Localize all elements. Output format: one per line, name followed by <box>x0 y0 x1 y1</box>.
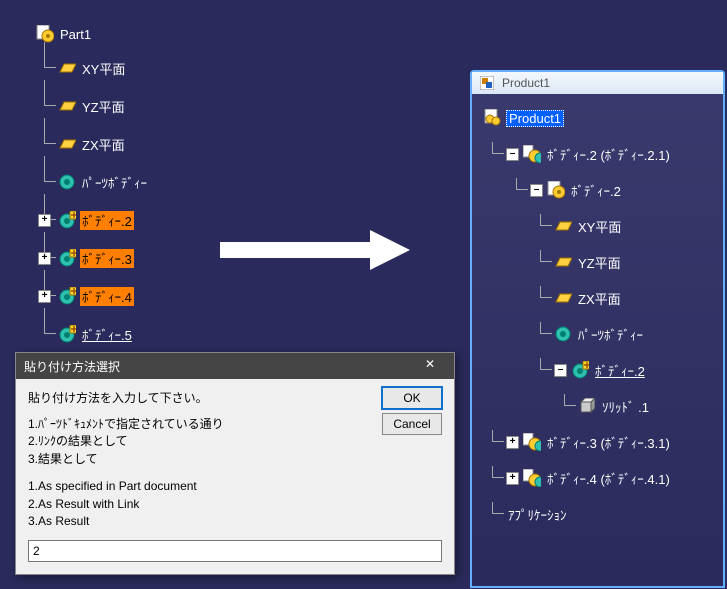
product-sub-icon <box>523 469 541 487</box>
dialog-options-ja: 1.ﾊﾟｰﾂﾄﾞｷｭﾒﾝﾄで指定されている通り2.ﾘﾝｸの結果として3.結果とし… <box>28 416 442 468</box>
dialog-option: 1.ﾊﾟｰﾂﾄﾞｷｭﾒﾝﾄで指定されている通り <box>28 416 442 433</box>
tree-item[interactable]: YZ平面 <box>484 250 727 274</box>
tree-item-label: ﾎﾞﾃﾞｨｰ.2 (ﾎﾞﾃﾞｨｰ.2.1) <box>545 145 672 164</box>
dialog-titlebar: 貼り付け方法選択 ✕ <box>16 353 454 379</box>
tree-item-label: ﾎﾞﾃﾞｨｰ.4 (ﾎﾞﾃﾞｨｰ.4.1) <box>545 469 672 488</box>
tree-item[interactable]: XY平面 <box>36 56 149 80</box>
body-plus-icon <box>571 361 589 379</box>
dialog-option: 3.結果として <box>28 451 442 468</box>
tree-item-label: ｿﾘｯﾄﾞ .1 <box>600 397 651 416</box>
dialog-options-en: 1.As specified in Part document2.As Resu… <box>28 478 442 530</box>
expand-plus-icon[interactable]: + <box>506 472 519 485</box>
tree-item-label: YZ平面 <box>576 253 623 272</box>
tree-item[interactable]: + ﾎﾞﾃﾞｨｰ.3 (ﾎﾞﾃﾞｨｰ.3.1) <box>484 430 727 454</box>
body-plus-icon <box>58 287 76 305</box>
app-icon <box>478 74 496 92</box>
window-title-text: Product1 <box>502 76 550 90</box>
tree-item-label: ﾎﾞﾃﾞｨｰ.2 <box>80 211 134 230</box>
tree-item-label: ZX平面 <box>80 135 127 154</box>
tree-item[interactable]: + ﾎﾞﾃﾞｨｰ.3 <box>36 246 149 270</box>
product-sub-icon <box>523 145 541 163</box>
expand-plus-icon[interactable]: + <box>38 214 51 227</box>
tree-item[interactable]: ﾊﾟｰﾂﾎﾞﾃﾞｨｰ <box>36 170 149 194</box>
tree-item[interactable]: ｱﾌﾟﾘｹｰｼｮﾝ <box>484 502 727 526</box>
plane-icon <box>58 97 76 115</box>
tree-item-label: XY平面 <box>80 59 127 78</box>
dialog-option: 2.As Result with Link <box>28 496 442 513</box>
expand-minus-icon[interactable]: – <box>554 364 567 377</box>
part-icon <box>36 25 54 43</box>
plane-icon <box>554 217 572 235</box>
plane-icon <box>58 59 76 77</box>
part-gear-icon <box>547 181 565 199</box>
tree-item-label: ﾎﾞﾃﾞｨｰ.5 <box>80 325 134 344</box>
tree-item-label: ﾊﾟｰﾂﾎﾞﾃﾞｨｰ <box>80 173 149 192</box>
tree-item-label: ﾎﾞﾃﾞｨｰ.2 <box>593 361 647 380</box>
body-plus-icon <box>58 249 76 267</box>
expand-minus-icon[interactable]: – <box>530 184 543 197</box>
tree-item[interactable]: ZX平面 <box>484 286 727 310</box>
arrow-graphic <box>220 230 420 270</box>
product-tree: Product1 – ﾎﾞﾃﾞｨｰ.2 (ﾎﾞﾃﾞｨｰ.2.1) – ﾎﾞﾃﾞｨｰ.2… <box>484 106 727 526</box>
plane-icon <box>58 135 76 153</box>
tree-item[interactable]: ｿﾘｯﾄﾞ .1 <box>484 394 727 418</box>
tree-root[interactable]: Part1 <box>36 22 149 46</box>
body-icon <box>554 325 572 343</box>
expand-plus-icon[interactable]: + <box>38 252 51 265</box>
tree-root-label: Product1 <box>506 110 564 127</box>
tree-root[interactable]: Product1 <box>484 106 727 130</box>
tree-item[interactable]: – ﾎﾞﾃﾞｨｰ.2 (ﾎﾞﾃﾞｨｰ.2.1) <box>484 142 727 166</box>
tree-item[interactable]: XY平面 <box>484 214 727 238</box>
part-tree: Part1 XY平面 YZ平面 ZX平面 ﾊﾟｰﾂﾎﾞﾃﾞｨｰ + ﾎﾞﾃﾞｨｰ.2 + ﾎﾞ… <box>36 22 149 346</box>
tree-item[interactable]: ﾊﾟｰﾂﾎﾞﾃﾞｨｰ <box>484 322 727 346</box>
tree-item-label: ﾎﾞﾃﾞｨｰ.2 <box>569 181 623 200</box>
tree-item[interactable]: + ﾎﾞﾃﾞｨｰ.2 <box>36 208 149 232</box>
tree-item[interactable]: YZ平面 <box>36 94 149 118</box>
body-plus-icon <box>58 211 76 229</box>
close-icon[interactable]: ✕ <box>414 357 446 375</box>
dialog-option: 1.As specified in Part document <box>28 478 442 495</box>
tree-item[interactable]: – ﾎﾞﾃﾞｨｰ.2 <box>484 358 727 382</box>
product-window: Product1 Product1 – ﾎﾞﾃﾞｨｰ.2 (ﾎﾞﾃﾞｨｰ.2.1)… <box>470 70 725 588</box>
tree-item-label: ｱﾌﾟﾘｹｰｼｮﾝ <box>506 505 569 524</box>
tree-item[interactable]: – ﾎﾞﾃﾞｨｰ.2 <box>484 178 727 202</box>
body-plus-icon <box>58 325 76 343</box>
paste-dialog: 貼り付け方法選択 ✕ 貼り付け方法を入力して下さい。 OK Cancel 1.ﾊ… <box>15 352 455 575</box>
tree-item-label: ﾎﾞﾃﾞｨｰ.3 (ﾎﾞﾃﾞｨｰ.3.1) <box>545 433 672 452</box>
paste-method-input[interactable] <box>28 540 442 562</box>
cancel-button[interactable]: Cancel <box>382 413 442 435</box>
window-titlebar: Product1 <box>472 72 723 94</box>
expand-plus-icon[interactable]: + <box>38 290 51 303</box>
tree-item-label: XY平面 <box>576 217 623 236</box>
body-icon <box>58 173 76 191</box>
product-sub-icon <box>523 433 541 451</box>
tree-root-label: Part1 <box>58 27 93 42</box>
tree-item[interactable]: ZX平面 <box>36 132 149 156</box>
dialog-title-text: 貼り付け方法選択 <box>24 358 120 375</box>
tree-item-label: ﾎﾞﾃﾞｨｰ.3 <box>80 249 134 268</box>
dialog-prompt: 貼り付け方法を入力して下さい。 <box>28 389 442 406</box>
tree-item-label: YZ平面 <box>80 97 127 116</box>
product-icon <box>484 109 502 127</box>
tree-item[interactable]: + ﾎﾞﾃﾞｨｰ.4 (ﾎﾞﾃﾞｨｰ.4.1) <box>484 466 727 490</box>
expand-minus-icon[interactable]: – <box>506 148 519 161</box>
tree-item[interactable]: ﾎﾞﾃﾞｨｰ.5 <box>36 322 149 346</box>
plane-icon <box>554 289 572 307</box>
dialog-option: 2.ﾘﾝｸの結果として <box>28 433 442 450</box>
expand-plus-icon[interactable]: + <box>506 436 519 449</box>
tree-item-label: ZX平面 <box>576 289 623 308</box>
dialog-option: 3.As Result <box>28 513 442 530</box>
tree-item-label: ﾊﾟｰﾂﾎﾞﾃﾞｨｰ <box>576 325 645 344</box>
ok-button[interactable]: OK <box>382 387 442 409</box>
tree-item-label: ﾎﾞﾃﾞｨｰ.4 <box>80 287 134 306</box>
solid-icon <box>578 397 596 415</box>
tree-item[interactable]: + ﾎﾞﾃﾞｨｰ.4 <box>36 284 149 308</box>
plane-icon <box>554 253 572 271</box>
